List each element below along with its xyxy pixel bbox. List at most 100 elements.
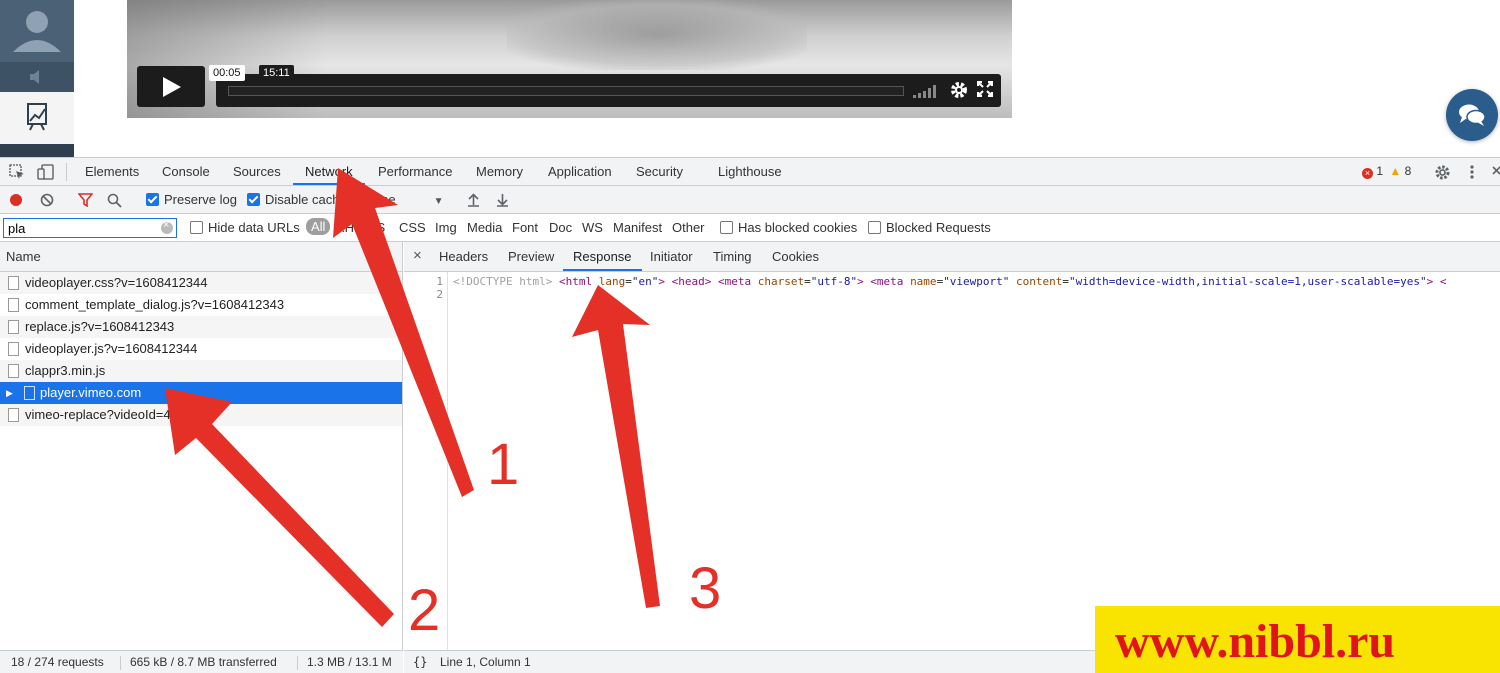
response-source[interactable]: <!DOCTYPE html> <html lang="en"> <head> … <box>453 275 1500 288</box>
filter-type-xhr[interactable]: XHR <box>336 220 363 235</box>
filter-type-ws[interactable]: WS <box>582 220 603 235</box>
code-doctype: <!DOCTYPE html> <box>453 275 553 288</box>
hide-data-urls-checkbox[interactable]: Hide data URLs <box>190 220 300 235</box>
tab-sources[interactable]: Sources <box>233 158 281 185</box>
code-attr: lang <box>598 275 626 288</box>
filter-type-img[interactable]: Img <box>435 220 457 235</box>
more-options-icon[interactable] <box>1469 164 1475 180</box>
name-column-header[interactable]: Name <box>0 242 402 272</box>
fullscreen-icon[interactable] <box>977 81 993 97</box>
code-attr: name <box>910 275 937 288</box>
settings-icon[interactable] <box>949 80 969 100</box>
devtools-settings-icon[interactable] <box>1434 164 1451 181</box>
code-tag: <html <box>558 275 593 288</box>
chat-bubbles-icon <box>1459 104 1486 126</box>
close-devtools-icon[interactable] <box>1492 166 1500 178</box>
video-progress-track[interactable] <box>228 86 904 96</box>
clear-filter-icon[interactable] <box>161 219 173 234</box>
tab-memory[interactable]: Memory <box>476 158 523 185</box>
tab-cookies[interactable]: Cookies <box>772 242 819 271</box>
request-row[interactable]: videoplayer.css?v=1608412344 <box>0 272 402 294</box>
warning-icon: ▲ <box>1389 164 1402 178</box>
tab-headers[interactable]: Headers <box>439 242 488 271</box>
devtools-panel: Elements Console Sources Network Perform… <box>0 157 1500 673</box>
volume-control[interactable] <box>913 84 941 98</box>
request-row[interactable]: ▶ player.vimeo.com <box>0 382 402 404</box>
network-status-bar: 18 / 274 requests 665 kB / 8.7 MB transf… <box>0 650 403 673</box>
preserve-log-checkbox[interactable]: Preserve log <box>146 192 237 207</box>
expand-triangle-icon[interactable]: ▶ <box>6 382 13 404</box>
filter-icon[interactable] <box>78 193 93 207</box>
filter-type-all[interactable]: All <box>306 218 331 235</box>
annotation-number-3: 3 <box>689 556 722 621</box>
sidebar-chart-item[interactable] <box>0 92 74 144</box>
tab-elements[interactable]: Elements <box>85 158 139 185</box>
inspect-element-icon[interactable] <box>9 164 25 180</box>
watermark-text: www.nibbl.ru <box>1115 615 1396 668</box>
import-har-icon[interactable] <box>467 193 480 207</box>
record-icon[interactable] <box>9 193 23 207</box>
preserve-log-label: Preserve log <box>164 192 237 207</box>
request-name: replace.js?v=1608412343 <box>25 319 175 334</box>
video-player[interactable]: 00:05 15:11 <box>127 0 1012 118</box>
filter-type-doc[interactable]: Doc <box>549 220 572 235</box>
tab-preview[interactable]: Preview <box>508 242 554 271</box>
filter-type-css[interactable]: CSS <box>399 220 426 235</box>
request-row[interactable]: comment_template_dialog.js?v=1608412343 <box>0 294 402 316</box>
filter-type-font[interactable]: Font <box>512 220 538 235</box>
code-value: "width=device-width,initial-scale=1,user… <box>1069 275 1427 288</box>
request-row[interactable]: replace.js?v=1608412343 <box>0 316 402 338</box>
request-row[interactable]: clappr3.min.js <box>0 360 402 382</box>
tab-application[interactable]: Application <box>548 158 612 185</box>
code-tag: <meta <box>717 275 752 288</box>
filter-type-other[interactable]: Other <box>672 220 705 235</box>
transferred-size: 665 kB / 8.7 MB transferred <box>130 655 277 669</box>
tab-console[interactable]: Console <box>162 158 210 185</box>
tab-timing[interactable]: Timing <box>713 242 752 271</box>
filter-input[interactable] <box>3 218 177 238</box>
annotation-number-2: 2 <box>408 578 441 643</box>
network-filterbar: Hide data URLs All XHR JS CSS Img Media … <box>0 214 1500 242</box>
request-count: 18 / 274 requests <box>11 655 104 669</box>
pretty-print-icon[interactable]: {} <box>413 651 427 673</box>
close-detail-icon[interactable]: × <box>413 247 422 264</box>
error-count: 1 <box>1376 164 1384 178</box>
disable-cache-checkbox[interactable]: Disable cache <box>247 192 347 207</box>
issues-counter[interactable]: × 1 ▲ 8 <box>1362 164 1411 179</box>
filter-type-js[interactable]: JS <box>370 220 385 235</box>
throttling-select[interactable]: Online ▼ <box>358 192 443 207</box>
chart-icon <box>27 103 47 131</box>
code-value: "utf-8" <box>810 275 858 288</box>
current-time: 00:05 <box>209 65 245 81</box>
file-icon <box>8 342 19 356</box>
site-sidebar <box>0 0 74 158</box>
resources-size: 1.3 MB / 13.1 M <box>307 655 392 669</box>
search-icon[interactable] <box>107 193 122 208</box>
blocked-requests-checkbox[interactable]: Blocked Requests <box>868 220 991 235</box>
device-toolbar-icon[interactable] <box>37 164 55 180</box>
tab-lighthouse[interactable]: Lighthouse <box>718 158 782 185</box>
clear-icon[interactable] <box>40 193 54 207</box>
disable-cache-label: Disable cache <box>265 192 347 207</box>
request-list: Name videoplayer.css?v=1608412344 comment… <box>0 242 403 650</box>
video-control-bar <box>216 74 1001 107</box>
filter-type-media[interactable]: Media <box>467 220 502 235</box>
export-har-icon[interactable] <box>496 193 509 207</box>
throttling-value: Online <box>358 192 396 207</box>
filter-type-manifest[interactable]: Manifest <box>613 220 662 235</box>
has-blocked-cookies-checkbox[interactable]: Has blocked cookies <box>720 220 857 235</box>
sidebar-sound-item[interactable] <box>0 62 74 92</box>
avatar-icon <box>13 11 61 52</box>
tab-performance[interactable]: Performance <box>378 158 452 185</box>
chat-button[interactable] <box>1446 89 1498 141</box>
blocked-requests-label: Blocked Requests <box>886 220 991 235</box>
request-row[interactable]: vimeo-replace?videoId=4...699 <box>0 404 402 426</box>
code-attr: charset <box>757 275 805 288</box>
request-row[interactable]: videoplayer.js?v=1608412344 <box>0 338 402 360</box>
tab-security[interactable]: Security <box>636 158 683 185</box>
user-avatar[interactable] <box>0 0 74 62</box>
tab-response[interactable]: Response <box>563 242 642 271</box>
play-button[interactable] <box>137 66 205 107</box>
tab-initiator[interactable]: Initiator <box>650 242 693 271</box>
tab-network[interactable]: Network <box>293 158 365 185</box>
